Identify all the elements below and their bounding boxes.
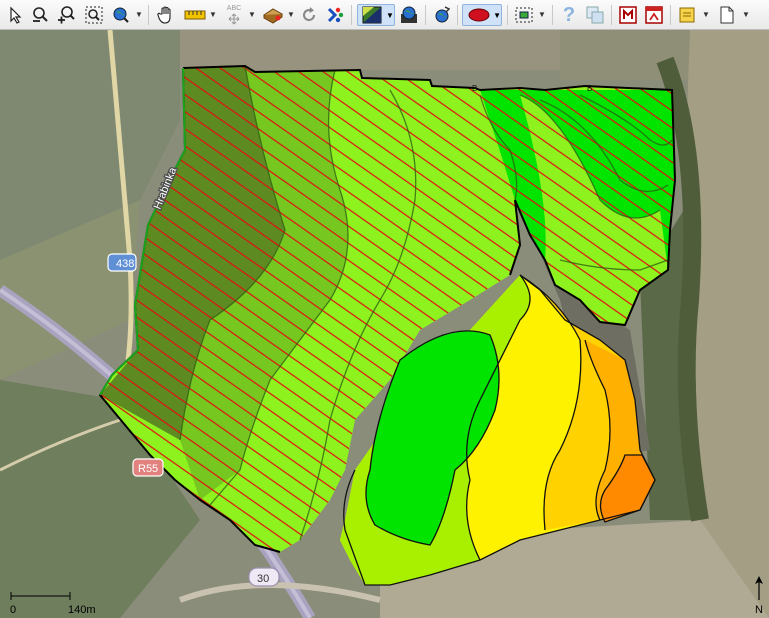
label-move-text: ABC (226, 5, 242, 12)
scale-start-label: 0 (10, 604, 16, 616)
note-icon[interactable] (676, 4, 698, 26)
main-toolbar: ▼ ▼ ABC ▼ ▼ ▼ ▼ ▼ ? ▼ ▼ (0, 0, 769, 30)
new-document-icon[interactable] (716, 4, 738, 26)
toolbar-separator (552, 5, 553, 25)
point-label: B (472, 84, 477, 93)
chevron-down-icon[interactable]: ▼ (742, 10, 750, 19)
globe-refresh-icon[interactable] (431, 4, 453, 26)
zoom-out-icon[interactable] (30, 4, 52, 26)
field-parcel (180, 30, 560, 70)
globe-layer-icon[interactable] (398, 4, 420, 26)
chevron-down-icon[interactable]: ▼ (135, 10, 143, 19)
pan-hand-icon[interactable] (155, 4, 177, 26)
measure-ruler-icon[interactable] (183, 4, 207, 26)
pointer-icon[interactable] (6, 4, 26, 26)
help-text: ? (562, 3, 576, 26)
refresh-icon[interactable] (298, 4, 320, 26)
toolbar-separator (507, 5, 508, 25)
zoom-extent-icon[interactable] (83, 4, 105, 26)
toolbar-separator (351, 5, 352, 25)
road-shield-438: 438 (107, 253, 137, 272)
road-shield-r55: R55 (132, 458, 164, 477)
svg-text:438: 438 (116, 258, 134, 270)
select-rect-icon[interactable] (513, 4, 535, 26)
chevron-down-icon[interactable]: ▼ (538, 10, 546, 19)
print-window-icon[interactable] (643, 4, 665, 26)
label-move-icon[interactable]: ABC (222, 4, 246, 26)
ellipse-draw-icon[interactable]: ▼ (462, 4, 502, 26)
toolbar-separator (670, 5, 671, 25)
point-label: B (587, 84, 592, 93)
copy-window-icon[interactable] (584, 4, 606, 26)
layer-book-icon[interactable] (261, 4, 285, 26)
chevron-down-icon[interactable]: ▼ (702, 10, 710, 19)
toolbar-separator (457, 5, 458, 25)
export-red-icon[interactable] (617, 4, 639, 26)
toolbar-separator (148, 5, 149, 25)
chevron-down-icon[interactable]: ▼ (209, 10, 217, 19)
zoom-in-icon[interactable] (56, 4, 78, 26)
toolbar-separator (425, 5, 426, 25)
chevron-down-icon[interactable]: ▼ (287, 10, 295, 19)
raster-layer-icon[interactable]: ▼ (357, 4, 395, 26)
map-canvas[interactable]: Hrabinka 438 R55 30 B B 0 140m N (0, 30, 769, 618)
chevron-down-icon[interactable]: ▼ (248, 10, 256, 19)
svg-text:30: 30 (257, 573, 269, 585)
scale-end-label: 140m (68, 604, 96, 616)
points-icon[interactable] (324, 4, 346, 26)
toolbar-separator (611, 5, 612, 25)
svg-text:R55: R55 (138, 463, 158, 475)
zoom-globe-icon[interactable] (110, 4, 132, 26)
help-icon[interactable]: ? (558, 4, 580, 26)
road-shield-30: 30 (248, 567, 280, 587)
north-label: N (755, 604, 763, 616)
map-svg[interactable]: Hrabinka 438 R55 30 B B 0 140m N (0, 30, 769, 618)
